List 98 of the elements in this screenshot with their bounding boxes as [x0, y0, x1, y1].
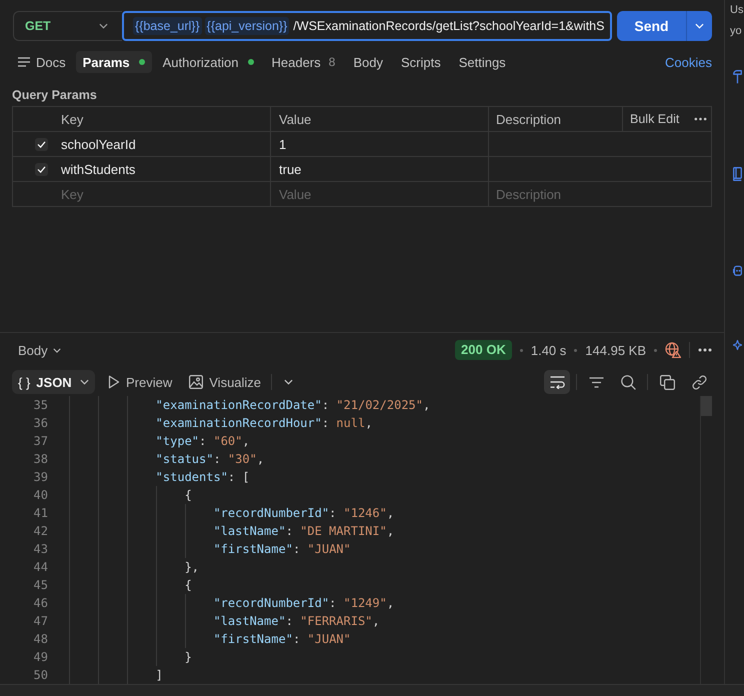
checkbox[interactable] [35, 138, 48, 150]
request-tab[interactable]: Scripts [394, 51, 448, 73]
link-icon [692, 374, 706, 390]
check-icon [37, 140, 46, 148]
description-field[interactable]: Description [489, 182, 711, 206]
request-tab[interactable]: Settings [452, 51, 513, 73]
code-line: "examinationRecordDate": "21/02/2025", [156, 397, 430, 413]
code-line: } [184, 649, 192, 665]
url-field[interactable]: {{base_url}} {{api_version}} /WSExaminationRecords/getList?schoolYearId=1&withS [122, 11, 612, 41]
line-number: 47 [34, 614, 48, 628]
line-number: 48 [34, 632, 48, 646]
line-number: 49 [34, 650, 48, 664]
check-icon [37, 166, 46, 172]
wrap-lines-button[interactable] [544, 370, 570, 394]
sparkle-icon[interactable] [733, 338, 742, 352]
docs-button[interactable]: Docs [12, 51, 72, 73]
chevron-down-icon [80, 379, 89, 385]
param-value: true [279, 162, 302, 176]
response-time: 1.40 s [530, 342, 566, 358]
line-number: 45 [34, 578, 48, 592]
column-header: Value [279, 112, 312, 126]
param-key: withStudents [61, 162, 136, 176]
code-line: ] [156, 667, 163, 683]
value-field[interactable]: Value [271, 182, 488, 206]
hammer-icon[interactable] [733, 70, 742, 84]
line-number: 43 [34, 542, 48, 556]
code-line: "recordNumberId": "1249", [213, 595, 394, 611]
more-icon [698, 348, 712, 352]
separator-dot-icon [520, 348, 523, 352]
separator-dot-icon [574, 348, 578, 352]
status-badge: 200 OK [455, 340, 512, 360]
line-number: 37 [34, 434, 48, 448]
more-options-button[interactable] [698, 348, 712, 352]
request-tab[interactable]: Authorization [156, 51, 260, 73]
sidebar-text: yo [730, 24, 742, 39]
code-line: "firstName": "JUAN" [213, 631, 351, 647]
line-number: 38 [34, 452, 48, 466]
robot-icon[interactable] [733, 264, 742, 276]
chevron-down-icon [695, 23, 704, 29]
sidebar-text: Us [730, 3, 744, 18]
code-line: }, [184, 559, 200, 575]
code-line: { [184, 577, 192, 593]
body-dropdown[interactable]: Body [18, 342, 61, 358]
code-line: "lastName": "FERRARIS", [213, 613, 380, 629]
param-key: schoolYearId [61, 136, 136, 152]
line-number: 50 [34, 668, 48, 682]
send-button[interactable]: Send [617, 11, 686, 41]
filter-icon [588, 376, 604, 388]
url-variable[interactable]: {{base_url}} [133, 17, 202, 35]
separator-dot-icon [654, 348, 657, 352]
cookies-link[interactable]: Cookies [665, 51, 712, 73]
scrollbar[interactable] [700, 396, 712, 684]
line-number: 36 [34, 416, 48, 430]
method-dropdown[interactable]: GET [13, 11, 122, 41]
line-number: 35 [34, 398, 48, 412]
play-icon [108, 375, 120, 389]
copy-icon [660, 374, 674, 390]
more-options-button[interactable] [694, 117, 708, 121]
line-number: 40 [34, 488, 48, 502]
request-tab[interactable]: Params [76, 51, 152, 73]
wrap-lines-icon [550, 376, 564, 388]
url-variable[interactable]: {{api_version}} [204, 17, 290, 35]
url-path: /WSExaminationRecords/getList?schoolYearId=1&withS [293, 19, 604, 33]
more-icon [694, 117, 708, 121]
code-line: "students": [ [156, 469, 250, 485]
column-header: Description [496, 112, 562, 126]
request-tab[interactable]: Body [346, 51, 390, 73]
globe-warning-icon[interactable] [665, 342, 681, 358]
line-number: 41 [34, 506, 48, 520]
format-dropdown[interactable]: { } JSON [12, 370, 95, 394]
code-line: "recordNumberId": "1246", [213, 505, 394, 521]
column-header: Key [61, 112, 84, 126]
request-tab[interactable]: Headers 8 [264, 51, 342, 73]
search-icon [620, 374, 636, 390]
code-line: { [184, 487, 192, 503]
preview-button[interactable]: Preview [101, 370, 176, 394]
response-size: 144.95 KB [585, 342, 646, 358]
line-number: 42 [34, 524, 48, 538]
line-number: 44 [34, 560, 48, 574]
image-icon [189, 375, 204, 389]
section-title: Query Params [12, 87, 98, 103]
key-field[interactable]: Key [13, 182, 270, 206]
bulk-edit-button[interactable]: Bulk Edit [630, 112, 680, 126]
code-line: "type": "60", [156, 433, 250, 449]
checkbox[interactable] [35, 162, 48, 176]
line-number: 46 [34, 596, 48, 610]
code-line: "lastName": "DE MARTINI", [213, 523, 394, 539]
book-icon[interactable] [733, 167, 742, 181]
code-line: "firstName": "JUAN" [213, 541, 351, 557]
chevron-down-icon [284, 379, 294, 385]
chevron-down-icon [99, 23, 108, 29]
chevron-down-icon [52, 348, 61, 352]
code-line: "examinationRecordHour": null, [156, 415, 372, 431]
docs-icon [18, 57, 30, 67]
line-number: 39 [34, 470, 48, 484]
visualize-button[interactable]: Visualize [182, 370, 266, 394]
param-value: 1 [279, 136, 286, 152]
code-line: "status": "30", [156, 451, 264, 467]
